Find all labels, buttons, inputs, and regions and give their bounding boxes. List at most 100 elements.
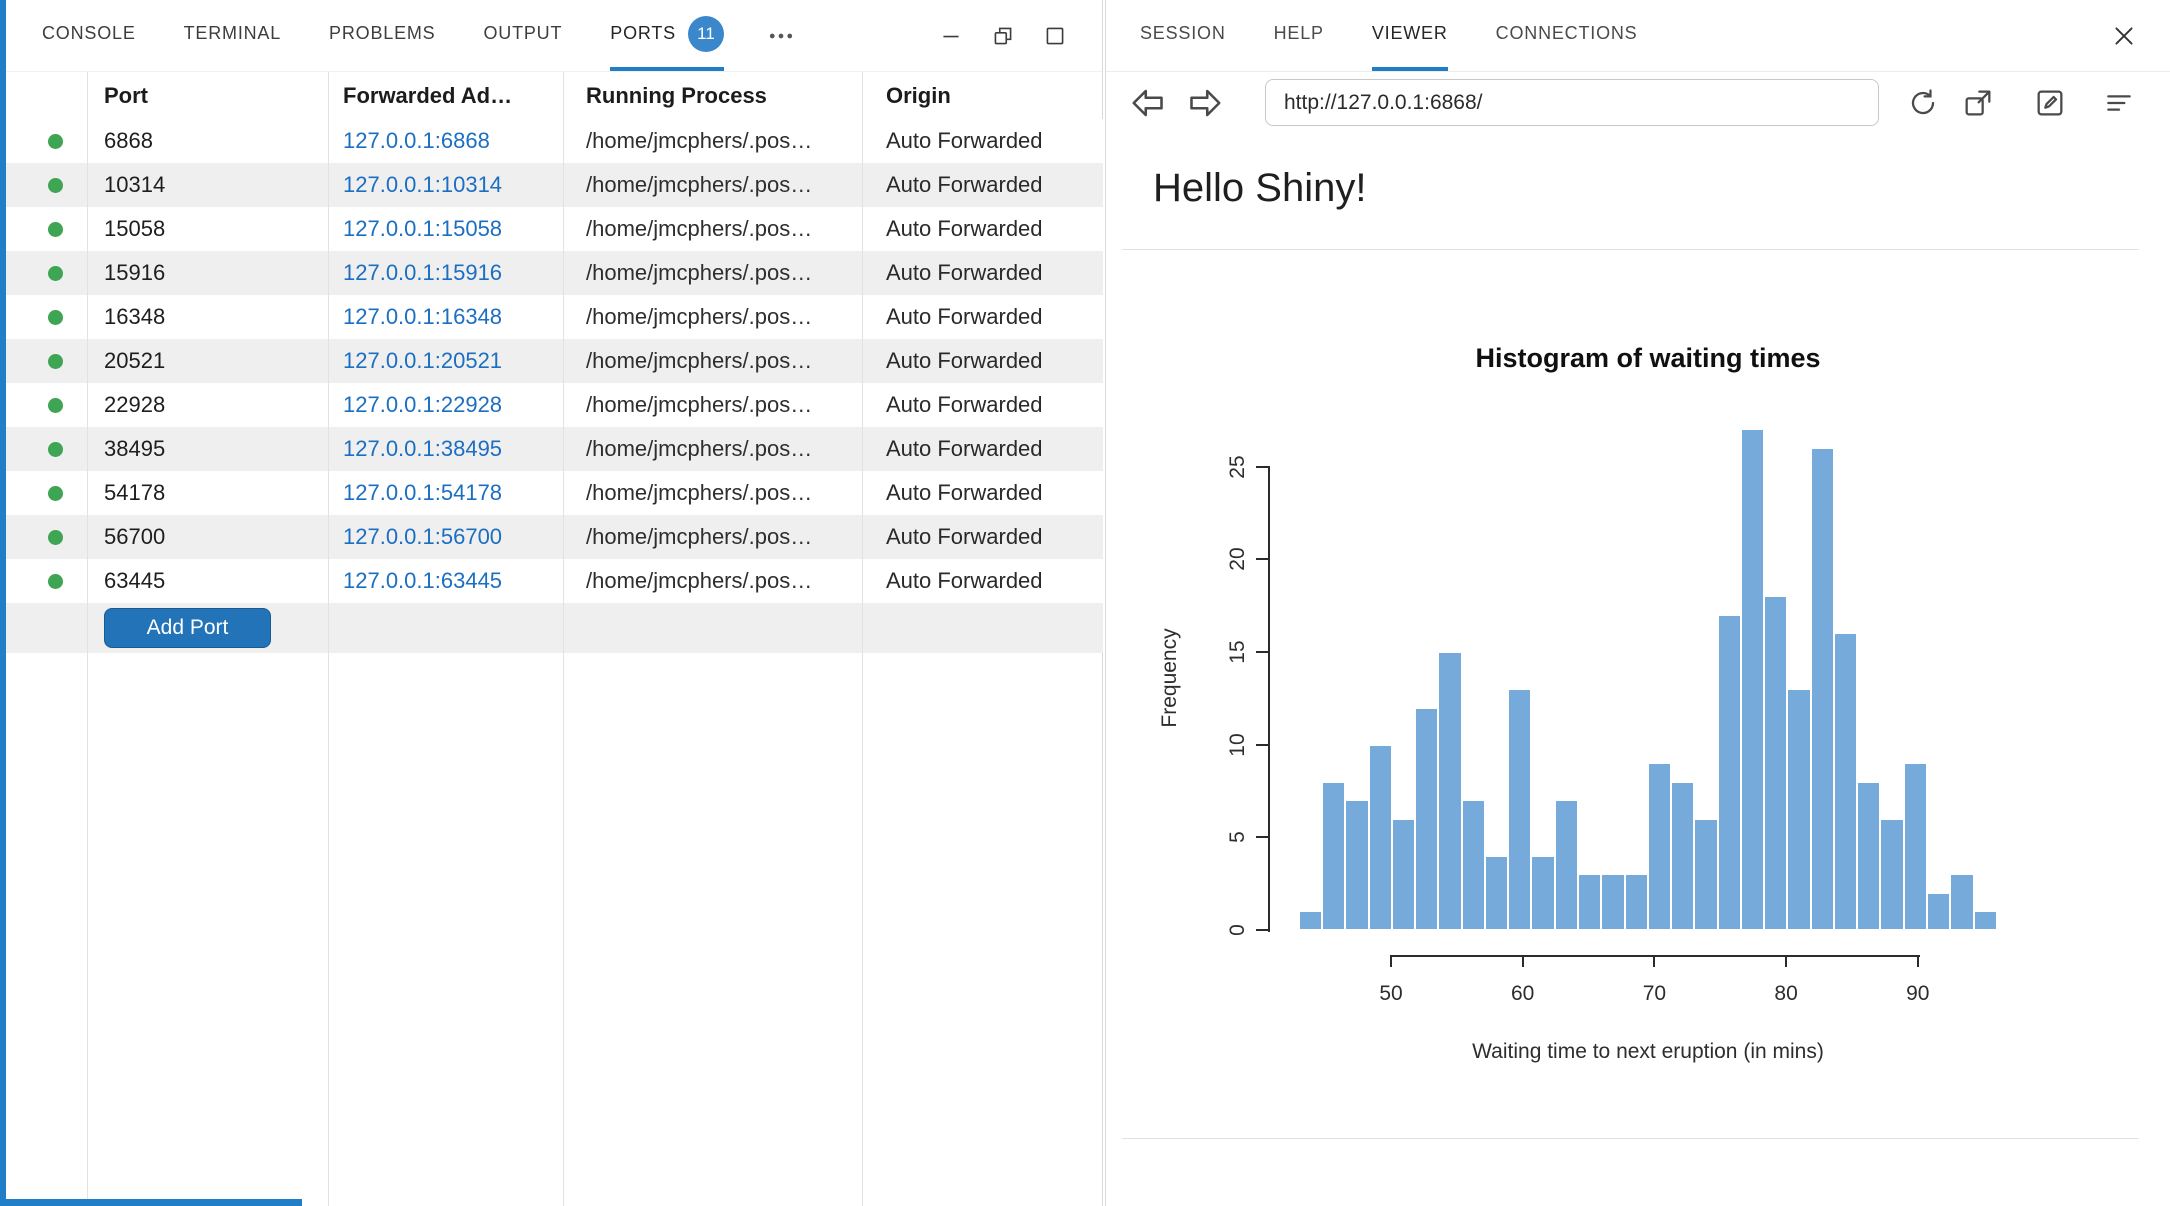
refresh-icon[interactable] bbox=[1907, 87, 1939, 119]
histogram-bar bbox=[1578, 874, 1601, 930]
table-row: 15916127.0.0.1:15916/home/jmcphers/.pos…… bbox=[0, 251, 1103, 295]
tab-viewer[interactable]: VIEWER bbox=[1372, 0, 1448, 71]
forwarded-address-link[interactable]: 127.0.0.1:10314 bbox=[328, 172, 563, 198]
header-forwarded-address: Forwarded Ad… bbox=[328, 83, 563, 109]
forwarded-address-link[interactable]: 127.0.0.1:54178 bbox=[328, 480, 563, 506]
ports-table-header: Port Forwarded Ad… Running Process Origi… bbox=[0, 72, 1103, 119]
x-axis-tick-label: 50 bbox=[1361, 982, 1421, 1006]
port-active-dot bbox=[48, 266, 63, 281]
clear-icon[interactable] bbox=[2103, 87, 2135, 119]
back-icon[interactable] bbox=[1130, 85, 1166, 121]
tab-connections[interactable]: CONNECTIONS bbox=[1496, 0, 1638, 71]
y-axis-label: Frequency bbox=[1156, 588, 1184, 768]
open-in-editor-icon[interactable] bbox=[2034, 87, 2066, 119]
y-axis-tick bbox=[1256, 929, 1268, 931]
histogram-bar bbox=[1438, 652, 1461, 930]
origin-cell: Auto Forwarded bbox=[862, 436, 1103, 462]
header-running-process: Running Process bbox=[563, 83, 862, 109]
origin-cell: Auto Forwarded bbox=[862, 480, 1103, 506]
histogram-bar bbox=[1974, 911, 1997, 930]
port-active-dot bbox=[48, 574, 63, 589]
port-active-dot bbox=[48, 354, 63, 369]
histogram-bar bbox=[1694, 819, 1717, 930]
table-row: 63445127.0.0.1:63445/home/jmcphers/.pos…… bbox=[0, 559, 1103, 603]
histogram-bar bbox=[1764, 596, 1787, 930]
forwarded-address-link[interactable]: 127.0.0.1:16348 bbox=[328, 304, 563, 330]
running-process-cell: /home/jmcphers/.pos… bbox=[563, 348, 862, 374]
forwarded-address-link[interactable]: 127.0.0.1:15916 bbox=[328, 260, 563, 286]
x-axis-tick bbox=[1917, 955, 1919, 967]
histogram-bar bbox=[1299, 911, 1322, 930]
port-cell: 54178 bbox=[87, 480, 328, 506]
forwarded-address-link[interactable]: 127.0.0.1:22928 bbox=[328, 392, 563, 418]
histogram-bar bbox=[1345, 800, 1368, 930]
port-cell: 6868 bbox=[87, 128, 328, 154]
running-process-cell: /home/jmcphers/.pos… bbox=[563, 568, 862, 594]
histogram-bar bbox=[1718, 615, 1741, 930]
table-row: 38495127.0.0.1:38495/home/jmcphers/.pos…… bbox=[0, 427, 1103, 471]
tab-console[interactable]: CONSOLE bbox=[42, 0, 136, 71]
origin-cell: Auto Forwarded bbox=[862, 128, 1103, 154]
tab-session[interactable]: SESSION bbox=[1140, 0, 1226, 71]
histogram-bar bbox=[1834, 633, 1857, 930]
histogram-bar bbox=[1462, 800, 1485, 930]
port-active-dot bbox=[48, 486, 63, 501]
histogram-bar bbox=[1415, 708, 1438, 930]
y-axis-tick-label: 10 bbox=[1227, 725, 1249, 765]
tab-help[interactable]: HELP bbox=[1274, 0, 1324, 71]
maximize-icon[interactable] bbox=[1042, 23, 1068, 49]
tab-problems[interactable]: PROBLEMS bbox=[329, 0, 435, 71]
forwarded-address-link[interactable]: 127.0.0.1:38495 bbox=[328, 436, 563, 462]
forwarded-address-link[interactable]: 127.0.0.1:20521 bbox=[328, 348, 563, 374]
x-axis-tick bbox=[1522, 955, 1524, 967]
x-axis-tick bbox=[1785, 955, 1787, 967]
table-row: 54178127.0.0.1:54178/home/jmcphers/.pos…… bbox=[0, 471, 1103, 515]
histogram-bar bbox=[1811, 448, 1834, 930]
url-input[interactable] bbox=[1265, 79, 1879, 126]
y-axis-line bbox=[1268, 466, 1270, 932]
x-axis-line bbox=[1391, 955, 1920, 957]
y-axis-tick-label: 25 bbox=[1227, 447, 1249, 487]
ports-count-badge: 11 bbox=[688, 16, 724, 52]
forward-icon[interactable] bbox=[1187, 85, 1223, 121]
port-status-cell bbox=[0, 310, 87, 325]
histogram-bar bbox=[1741, 429, 1764, 930]
more-actions-icon[interactable] bbox=[764, 0, 798, 71]
panel-focus-border-bottom bbox=[0, 1199, 302, 1206]
table-row: 20521127.0.0.1:20521/home/jmcphers/.pos…… bbox=[0, 339, 1103, 383]
histogram-bar bbox=[1950, 874, 1973, 930]
histogram-bar bbox=[1927, 893, 1950, 930]
port-active-dot bbox=[48, 178, 63, 193]
app-heading: Hello Shiny! bbox=[1153, 166, 1366, 211]
tab-terminal[interactable]: TERMINAL bbox=[184, 0, 281, 71]
histogram-bar bbox=[1787, 689, 1810, 930]
open-external-icon[interactable] bbox=[1962, 87, 1994, 119]
minimize-icon[interactable] bbox=[938, 23, 964, 49]
header-origin: Origin bbox=[862, 83, 1103, 109]
restore-icon[interactable] bbox=[990, 23, 1016, 49]
port-status-cell bbox=[0, 134, 87, 149]
port-cell: 63445 bbox=[87, 568, 328, 594]
add-port-button[interactable]: Add Port bbox=[104, 608, 271, 648]
port-cell: 16348 bbox=[87, 304, 328, 330]
histogram-bar bbox=[1625, 874, 1648, 930]
running-process-cell: /home/jmcphers/.pos… bbox=[563, 172, 862, 198]
close-panel-icon[interactable] bbox=[2108, 20, 2140, 52]
histogram-bar bbox=[1485, 856, 1508, 930]
y-axis-tick-label: 0 bbox=[1227, 910, 1249, 950]
origin-cell: Auto Forwarded bbox=[862, 304, 1103, 330]
forwarded-address-link[interactable]: 127.0.0.1:63445 bbox=[328, 568, 563, 594]
add-port-row: Add Port bbox=[0, 603, 1103, 653]
table-row: 6868127.0.0.1:6868/home/jmcphers/.pos…Au… bbox=[0, 119, 1103, 163]
window-controls bbox=[938, 0, 1102, 71]
forwarded-address-link[interactable]: 127.0.0.1:56700 bbox=[328, 524, 563, 550]
panel-tab-bar: CONSOLE TERMINAL PROBLEMS OUTPUT PORTS 1… bbox=[0, 0, 1102, 72]
forwarded-address-link[interactable]: 127.0.0.1:6868 bbox=[328, 128, 563, 154]
tab-output[interactable]: OUTPUT bbox=[483, 0, 562, 71]
table-row: 16348127.0.0.1:16348/home/jmcphers/.pos…… bbox=[0, 295, 1103, 339]
forwarded-address-link[interactable]: 127.0.0.1:15058 bbox=[328, 216, 563, 242]
app-window: CONSOLE TERMINAL PROBLEMS OUTPUT PORTS 1… bbox=[0, 0, 2170, 1206]
port-cell: 38495 bbox=[87, 436, 328, 462]
viewer-panel: SESSION HELP VIEWER CONNECTIONS bbox=[1105, 0, 2170, 1206]
tab-ports[interactable]: PORTS 11 bbox=[610, 0, 724, 71]
